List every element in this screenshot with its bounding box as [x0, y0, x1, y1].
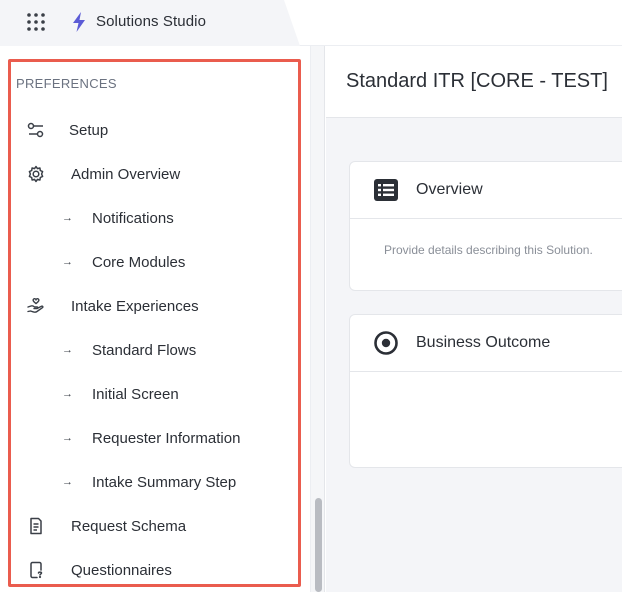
main-content: Standard ITR [CORE - TEST] Overview Prov… — [326, 46, 622, 592]
sidebar-scrollbar[interactable] — [310, 46, 325, 592]
arrow-right-icon: → — [62, 388, 73, 400]
sidebar-item-label: Setup — [69, 121, 109, 139]
sidebar-item-setup[interactable]: Setup — [12, 112, 296, 148]
hand-heart-icon — [26, 296, 46, 316]
list-icon — [374, 179, 398, 201]
card-title: Overview — [416, 181, 483, 198]
sidebar-item-admin-overview[interactable]: Admin Overview — [12, 156, 296, 192]
top-bar: Solutions Studio — [0, 0, 622, 46]
sidebar-item-intake-summary-step[interactable]: → Intake Summary Step — [12, 464, 296, 500]
sidebar-item-intake-experiences[interactable]: Intake Experiences — [12, 288, 296, 324]
sidebar-item-standard-flows[interactable]: → Standard Flows — [12, 332, 296, 368]
sidebar-item-label: Questionnaires — [71, 561, 172, 579]
question-document-icon — [26, 560, 46, 580]
sidebar-item-label: Standard Flows — [92, 341, 197, 359]
card-title: Business Outcome — [416, 334, 551, 351]
overview-card-header[interactable]: Overview — [350, 162, 622, 219]
sidebar: PREFERENCES Setup Admin Overview → Notif… — [0, 46, 310, 592]
target-icon — [374, 331, 398, 355]
business-outcome-card-header[interactable]: Business Outcome — [350, 315, 622, 372]
arrow-right-icon: → — [62, 212, 73, 224]
arrow-right-icon: → — [62, 344, 73, 356]
gear-icon — [26, 164, 46, 184]
page-title: Standard ITR [CORE - TEST] — [346, 70, 608, 92]
sidebar-item-label: Admin Overview — [71, 165, 181, 183]
arrow-right-icon: → — [62, 476, 73, 488]
sidebar-item-label: Request Schema — [71, 517, 187, 535]
sidebar-item-initial-screen[interactable]: → Initial Screen — [12, 376, 296, 412]
sidebar-item-label: Requester Information — [92, 429, 241, 447]
arrow-right-icon: → — [62, 256, 73, 268]
sidebar-item-request-schema[interactable]: Request Schema — [12, 508, 296, 544]
business-outcome-card: Business Outcome — [349, 314, 622, 468]
sidebar-item-label: Intake Summary Step — [92, 473, 237, 491]
sliders-icon — [26, 120, 46, 140]
app-grid-icon[interactable] — [26, 12, 46, 32]
card-description: Provide details describing this Solution… — [384, 243, 593, 257]
sidebar-item-label: Intake Experiences — [71, 297, 199, 315]
sidebar-item-notifications[interactable]: → Notifications — [12, 200, 296, 236]
sidebar-item-label: Initial Screen — [92, 385, 179, 403]
app-title: Solutions Studio — [96, 13, 207, 30]
sidebar-item-core-modules[interactable]: → Core Modules — [12, 244, 296, 280]
sidebar-item-label: Core Modules — [92, 253, 186, 271]
main-header: Standard ITR [CORE - TEST] — [326, 46, 622, 118]
document-icon — [26, 516, 46, 536]
sidebar-item-questionnaires[interactable]: Questionnaires — [12, 552, 296, 588]
sidebar-item-requester-information[interactable]: → Requester Information — [12, 420, 296, 456]
sidebar-scrollbar-thumb[interactable] — [315, 498, 322, 592]
overview-card: Overview Provide details describing this… — [349, 161, 622, 291]
sidebar-item-label: Notifications — [92, 209, 174, 227]
lightning-bolt-icon — [73, 12, 85, 32]
arrow-right-icon: → — [62, 432, 73, 444]
sidebar-section-label: PREFERENCES — [16, 76, 117, 91]
